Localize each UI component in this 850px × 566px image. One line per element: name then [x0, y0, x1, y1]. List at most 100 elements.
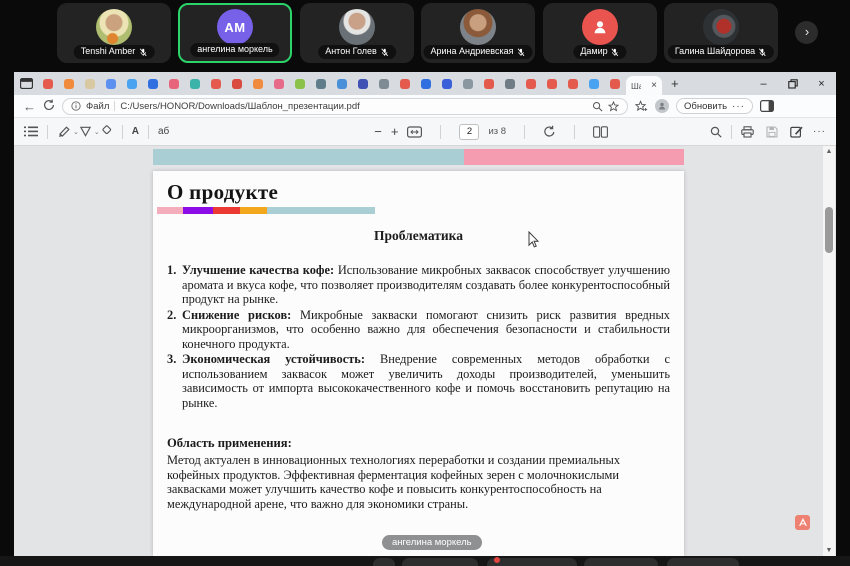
- save-as-edit-icon[interactable]: [790, 125, 803, 138]
- browser-tab[interactable]: [38, 72, 59, 95]
- pdf-more-icon[interactable]: ···: [813, 126, 826, 137]
- browser-tab[interactable]: [227, 72, 248, 95]
- search-icon[interactable]: [710, 126, 722, 138]
- url-field[interactable]: Файл C:/Users/HONOR/Downloads/Шаблон_пре…: [62, 98, 628, 115]
- list-number: 3.: [167, 352, 182, 410]
- zoom-in-button[interactable]: +: [391, 124, 399, 139]
- meeting-control-button[interactable]: [402, 558, 478, 566]
- pdf-viewport[interactable]: О продукте Проблематика 1. Улучшение кач…: [14, 146, 836, 556]
- divider-segment: [240, 207, 267, 214]
- fit-to-width-icon[interactable]: [407, 126, 422, 138]
- tab-actions-menu-icon[interactable]: [20, 78, 33, 89]
- read-aloud-icon[interactable]: аб: [158, 126, 169, 137]
- zoom-out-button[interactable]: −: [374, 124, 382, 139]
- participant-name: Арина Андриевская: [431, 47, 514, 57]
- new-tab-button[interactable]: +: [671, 76, 679, 91]
- browser-tab[interactable]: [185, 72, 206, 95]
- print-icon[interactable]: [741, 126, 754, 138]
- list-number: 1.: [167, 263, 182, 307]
- browser-tab[interactable]: [311, 72, 332, 95]
- browser-tab[interactable]: [479, 72, 500, 95]
- participant-tile[interactable]: Галина Шайдорова: [664, 3, 778, 63]
- browser-tab[interactable]: [59, 72, 80, 95]
- browser-tab[interactable]: [542, 72, 563, 95]
- meeting-control-button[interactable]: [667, 558, 739, 566]
- browser-tab[interactable]: [563, 72, 584, 95]
- back-icon[interactable]: ←: [23, 100, 36, 113]
- rotate-icon[interactable]: [543, 125, 556, 138]
- page-number-input[interactable]: 2: [459, 124, 479, 140]
- pen-icon[interactable]: ⌄: [79, 125, 100, 138]
- browser-tab[interactable]: [458, 72, 479, 95]
- browser-tab[interactable]: [500, 72, 521, 95]
- refresh-icon[interactable]: [43, 99, 55, 113]
- participant-tile[interactable]: Дамир: [543, 3, 657, 63]
- participant-name: Tenshi Amber: [81, 47, 136, 57]
- eraser-icon[interactable]: [100, 125, 113, 138]
- info-icon[interactable]: [71, 101, 81, 111]
- avatar: AM: [217, 9, 253, 45]
- browser-tab[interactable]: [395, 72, 416, 95]
- favorite-star-icon[interactable]: [608, 101, 619, 112]
- save-icon[interactable]: [766, 126, 778, 138]
- browser-tab[interactable]: [143, 72, 164, 95]
- window-restore-button[interactable]: [778, 72, 807, 95]
- window-minimize-button[interactable]: –: [749, 72, 778, 95]
- update-label: Обновить: [684, 101, 727, 112]
- browser-tab[interactable]: [206, 72, 227, 95]
- browser-tab[interactable]: [290, 72, 311, 95]
- participant-tile-active-speaker[interactable]: AM ангелина моркель: [178, 3, 292, 63]
- active-tab[interactable]: Ша ×: [626, 76, 662, 95]
- participant-name: Дамир: [580, 47, 607, 57]
- meeting-control-button[interactable]: [487, 558, 577, 566]
- numbered-list: 1. Улучшение качества кофе: Использовани…: [167, 263, 670, 410]
- scroll-up-icon[interactable]: ▲: [823, 148, 835, 155]
- tab-favicon: [400, 79, 410, 89]
- url-scheme-label: Файл: [86, 101, 109, 112]
- add-favorite-icon[interactable]: [635, 100, 648, 112]
- browser-tab[interactable]: [437, 72, 458, 95]
- meeting-control-button[interactable]: [584, 558, 658, 566]
- page-view-icon[interactable]: [593, 126, 608, 138]
- tab-favicon: [43, 79, 53, 89]
- profile-avatar[interactable]: [655, 99, 669, 113]
- highlighter-icon[interactable]: ⌄: [57, 125, 79, 138]
- browser-tab[interactable]: [164, 72, 185, 95]
- participant-tile[interactable]: Антон Голев: [300, 3, 414, 63]
- browser-tab[interactable]: [248, 72, 269, 95]
- slide-title: Проблематика: [167, 228, 670, 244]
- page-zoom-icon[interactable]: [592, 101, 603, 112]
- participant-tile[interactable]: Арина Андриевская: [421, 3, 535, 63]
- browser-tab[interactable]: [584, 72, 605, 95]
- browser-tab[interactable]: [80, 72, 101, 95]
- tab-close-icon[interactable]: ×: [651, 80, 657, 91]
- scroll-down-icon[interactable]: ▼: [823, 547, 835, 554]
- browser-tab[interactable]: [353, 72, 374, 95]
- browser-tab[interactable]: [374, 72, 395, 95]
- tab-favicon: [379, 79, 389, 89]
- browser-tab[interactable]: [101, 72, 122, 95]
- browser-tab[interactable]: [332, 72, 353, 95]
- acrobat-button[interactable]: [795, 515, 810, 530]
- previous-page-bottom: [153, 149, 684, 165]
- scrollbar-thumb[interactable]: [825, 207, 833, 253]
- sidebar-toggle-icon[interactable]: [760, 100, 774, 112]
- table-of-contents-icon[interactable]: [24, 126, 38, 137]
- browser-tab[interactable]: [416, 72, 437, 95]
- browser-tab[interactable]: [521, 72, 542, 95]
- browser-tab[interactable]: [269, 72, 290, 95]
- divider: [731, 125, 732, 139]
- participant-name-pill: Tenshi Amber: [74, 45, 155, 59]
- pdf-page: О продукте Проблематика 1. Улучшение кач…: [153, 171, 684, 556]
- participants-next-button[interactable]: ›: [795, 21, 818, 44]
- avatar: [96, 9, 132, 45]
- browser-tab[interactable]: [605, 72, 626, 95]
- browser-tab[interactable]: [122, 72, 143, 95]
- add-text-icon[interactable]: A: [132, 126, 139, 137]
- browser-update-button[interactable]: Обновить ···: [676, 98, 753, 114]
- window-close-button[interactable]: ×: [807, 72, 836, 95]
- scrollbar[interactable]: ▲ ▼: [823, 146, 835, 556]
- participant-tile[interactable]: Tenshi Amber: [57, 3, 171, 63]
- tab-favicon: [421, 79, 431, 89]
- meeting-control-button[interactable]: [373, 558, 395, 566]
